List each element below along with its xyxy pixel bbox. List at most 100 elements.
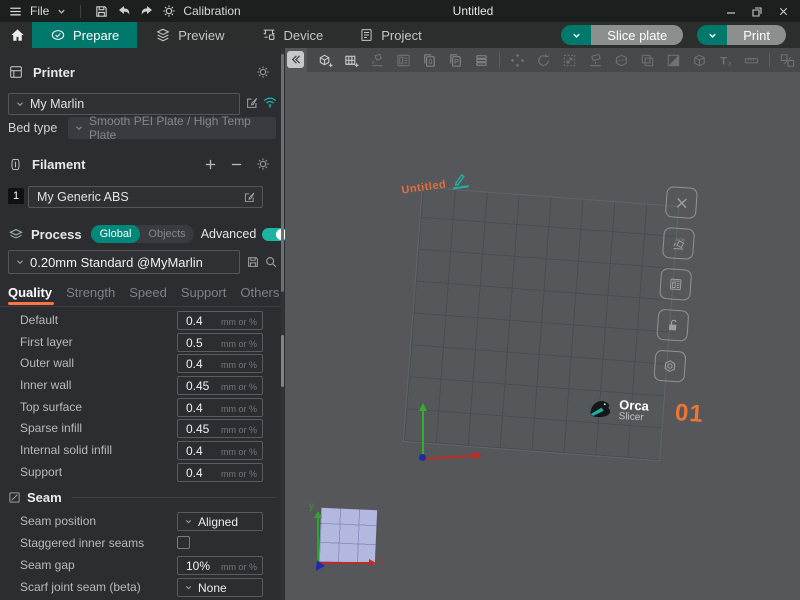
param-row: Internal solid infill 0.4 mm or %	[0, 440, 283, 462]
seam-position-label: Seam position	[20, 514, 96, 528]
scope-objects[interactable]: Objects	[140, 228, 193, 240]
process-section-header: Process Global Objects Advanced	[0, 222, 283, 246]
tab-quality[interactable]: Quality	[8, 285, 52, 300]
cut-icon[interactable]	[613, 52, 630, 69]
toolbar-separator	[499, 53, 500, 67]
staggered-seams-checkbox[interactable]	[177, 536, 190, 549]
save-icon[interactable]	[94, 4, 109, 19]
add-plate-icon[interactable]	[343, 52, 360, 69]
arrange-plate-button[interactable]	[659, 268, 692, 301]
tab-preview[interactable]: Preview	[137, 22, 242, 48]
add-filament-icon[interactable]	[204, 158, 217, 171]
edit-plate-name-icon[interactable]	[451, 171, 468, 186]
filament-settings-gear-icon[interactable]	[256, 157, 270, 171]
scarf-seam-select[interactable]: None	[177, 578, 263, 597]
viewport-3d[interactable]: 0 P Ta	[285, 48, 800, 600]
param-input[interactable]: 0.4 mm or %	[177, 398, 263, 417]
param-input[interactable]: 0.45 mm or %	[177, 419, 263, 438]
hamburger-menu-icon[interactable]	[8, 4, 23, 19]
printer-preset-select[interactable]: My Marlin	[8, 93, 240, 115]
layer-stack-icon[interactable]	[473, 52, 490, 69]
process-tabs: Quality Strength Speed Support Others No…	[0, 280, 283, 300]
search-preset-icon[interactable]	[264, 255, 278, 269]
text-icon[interactable]: Ta	[717, 52, 734, 69]
printer-settings-gear-icon[interactable]	[256, 65, 270, 79]
split-icon[interactable]	[779, 52, 796, 69]
param-value: 0.4	[186, 466, 203, 480]
tab-project[interactable]: Project	[341, 22, 439, 48]
param-input[interactable]: 0.4 mm or %	[177, 311, 263, 330]
filament-preset-input[interactable]: My Generic ABS	[28, 186, 263, 208]
prepare-icon	[50, 28, 66, 42]
param-row: Outer wall 0.4 mm or %	[0, 353, 283, 375]
tab-speed[interactable]: Speed	[129, 285, 167, 300]
print-button[interactable]: Print	[727, 25, 786, 45]
param-input[interactable]: 0.4 mm or %	[177, 463, 263, 482]
auto-orient-icon[interactable]	[369, 52, 386, 69]
param-input[interactable]: 0.5 mm or %	[177, 333, 263, 352]
move-icon[interactable]	[509, 52, 526, 69]
add-object-icon[interactable]	[317, 52, 334, 69]
chevron-down-icon	[184, 517, 193, 526]
param-input[interactable]: 0.45 mm or %	[177, 376, 263, 395]
auto-orient-plate-button[interactable]: AUTO	[662, 227, 695, 260]
print-options-dropdown[interactable]	[697, 25, 727, 45]
scope-global[interactable]: Global	[91, 225, 141, 243]
edit-filament-icon[interactable]	[243, 191, 256, 204]
close-button[interactable]	[772, 2, 794, 20]
params-scrollbar-thumb[interactable]	[281, 335, 284, 387]
seam-gap-input[interactable]: 10% mm or %	[177, 556, 263, 575]
seam-position-value: Aligned	[198, 515, 238, 529]
arrange-icon[interactable]	[395, 52, 412, 69]
slice-options-dropdown[interactable]	[561, 25, 591, 45]
plate-settings-button[interactable]	[653, 350, 686, 383]
measure-icon[interactable]	[743, 52, 760, 69]
rotate-icon[interactable]	[535, 52, 552, 69]
scale-icon[interactable]	[561, 52, 578, 69]
tab-preview-label: Preview	[178, 28, 224, 43]
bed-type-select[interactable]: Smooth PEI Plate / High Temp Plate	[68, 117, 276, 139]
seam-position-select[interactable]: Aligned	[177, 512, 263, 531]
param-input[interactable]: 0.4 mm or %	[177, 354, 263, 373]
tab-device[interactable]: Device	[243, 22, 342, 48]
filament-section-header: Filament	[0, 152, 283, 176]
file-menu[interactable]: File	[30, 4, 49, 18]
fill-color-icon[interactable]	[665, 52, 682, 69]
edit-printer-icon[interactable]	[245, 96, 259, 110]
param-input[interactable]: 0.4 mm or %	[177, 441, 263, 460]
calibration-gear-icon[interactable]	[162, 4, 176, 18]
sidebar-scrollbar-thumb[interactable]	[281, 54, 284, 292]
chevron-down-icon[interactable]	[56, 6, 67, 17]
printer-section-header: Printer	[0, 60, 283, 84]
staggered-seams-label: Staggered inner seams	[20, 536, 144, 550]
wifi-connection-icon[interactable]	[262, 95, 278, 109]
process-preset-select[interactable]: 0.20mm Standard @MyMarlin	[8, 250, 240, 274]
lock-plate-button[interactable]	[656, 309, 689, 342]
copy-icon[interactable]: 0	[421, 52, 438, 69]
minimize-button[interactable]	[720, 2, 742, 20]
remove-filament-icon[interactable]	[230, 158, 243, 171]
calibration-menu[interactable]: Calibration	[183, 4, 240, 18]
tab-others[interactable]: Others	[240, 285, 279, 300]
paste-icon[interactable]: P	[447, 52, 464, 69]
collapse-sidebar-button[interactable]	[287, 51, 304, 68]
home-button[interactable]	[2, 22, 32, 48]
slice-plate-button[interactable]: Slice plate	[591, 25, 683, 45]
bed-type-value: Smooth PEI Plate / High Temp Plate	[89, 114, 276, 142]
redo-icon[interactable]	[139, 4, 155, 18]
param-unit: mm or %	[221, 360, 257, 370]
clone-icon[interactable]	[639, 52, 656, 69]
delete-plate-button[interactable]	[665, 186, 698, 219]
undo-icon[interactable]	[116, 4, 132, 18]
tab-strength[interactable]: Strength	[66, 285, 115, 300]
restore-button[interactable]	[746, 2, 768, 20]
staggered-seams-row: Staggered inner seams	[0, 533, 283, 555]
tab-prepare[interactable]: Prepare	[32, 22, 137, 48]
assembly-icon[interactable]	[691, 52, 708, 69]
lay-on-face-icon[interactable]	[587, 52, 604, 69]
plate-thumbnail[interactable]: y x	[305, 503, 391, 575]
scarf-seam-label: Scarf joint seam (beta)	[20, 580, 141, 594]
chevron-down-icon	[15, 257, 25, 267]
tab-support[interactable]: Support	[181, 285, 227, 300]
save-preset-icon[interactable]	[246, 255, 260, 269]
